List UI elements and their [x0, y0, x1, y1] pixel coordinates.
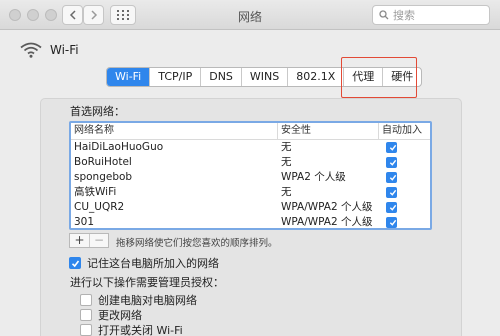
remember-networks-label: 记住这台电脑所加入的网络 [87, 257, 219, 270]
tab-tcpip[interactable]: TCP/IP [150, 68, 202, 86]
change-network-label: 更改网络 [98, 309, 142, 322]
network-security: WPA/WPA2 个人级 [281, 216, 373, 228]
change-network-option[interactable]: 更改网络 [80, 307, 142, 323]
add-network-button[interactable]: + [70, 234, 89, 247]
back-button[interactable] [62, 5, 83, 25]
table-row[interactable]: spongebob WPA2 个人级 [71, 170, 430, 185]
network-name: 301 [74, 216, 95, 228]
admin-auth-label: 进行以下操作需要管理员授权： [70, 276, 224, 289]
network-security: WPA2 个人级 [281, 171, 346, 183]
toggle-wifi-option[interactable]: 打开或关闭 Wi-Fi [80, 322, 183, 336]
table-row[interactable]: CU_UQR2 WPA/WPA2 个人级 [71, 200, 430, 215]
preferred-networks-table: 网络名称 安全性 自动加入 HaiDiLaoHuoGuo 无 BoRuiHote… [69, 121, 432, 230]
checkmark-icon [389, 144, 397, 151]
network-name: BoRuiHotel [74, 156, 132, 168]
tab-hardware[interactable]: 硬件 [383, 68, 421, 86]
wifi-header: Wi-Fi [20, 42, 79, 58]
network-security: 无 [281, 156, 292, 168]
auto-join-checkbox[interactable] [386, 187, 397, 198]
search-field[interactable] [372, 5, 490, 25]
chevron-right-icon [90, 10, 97, 20]
network-security: 无 [281, 141, 292, 153]
remember-networks-option[interactable]: 记住这台电脑所加入的网络 [69, 255, 219, 271]
create-computer-network-checkbox[interactable] [80, 294, 92, 306]
remove-network-button[interactable]: − [89, 234, 108, 247]
wifi-label: Wi-Fi [50, 43, 79, 57]
network-name: CU_UQR2 [74, 201, 125, 213]
table-row[interactable]: 高铁WiFi 无 [71, 185, 430, 200]
search-input[interactable] [393, 8, 483, 22]
checkmark-icon [71, 260, 79, 267]
title-bar: 网络 [0, 0, 500, 30]
auto-join-checkbox[interactable] [386, 142, 397, 153]
column-header-security[interactable]: 安全性 [278, 123, 379, 139]
zoom-window-button[interactable] [45, 9, 57, 21]
auto-join-checkbox[interactable] [386, 157, 397, 168]
auto-join-checkbox[interactable] [386, 217, 397, 228]
add-remove-controls: + − [69, 233, 109, 248]
preferred-networks-label: 首选网络： [70, 105, 125, 118]
show-all-button[interactable] [110, 5, 136, 25]
network-name: spongebob [74, 171, 133, 183]
network-name: HaiDiLaoHuoGuo [74, 141, 164, 153]
toggle-wifi-label: 打开或关闭 Wi-Fi [98, 324, 183, 336]
tab-dns[interactable]: DNS [201, 68, 242, 86]
table-header: 网络名称 安全性 自动加入 [71, 123, 430, 140]
tab-8021x[interactable]: 802.1X [288, 68, 345, 86]
tab-proxy[interactable]: 代理 [344, 68, 384, 86]
change-network-checkbox[interactable] [80, 309, 92, 321]
tab-wins[interactable]: WINS [242, 68, 289, 86]
toggle-wifi-checkbox[interactable] [80, 324, 92, 336]
grid-icon [117, 10, 129, 20]
close-window-button[interactable] [9, 9, 21, 21]
table-row[interactable]: BoRuiHotel 无 [71, 155, 430, 170]
checkmark-icon [389, 159, 397, 166]
reorder-hint: 拖移网络使它们按您喜欢的顺序排列。 [116, 238, 278, 249]
table-row[interactable]: HaiDiLaoHuoGuo 无 [71, 140, 430, 155]
search-icon [379, 10, 389, 20]
network-security: WPA/WPA2 个人级 [281, 201, 373, 213]
minimize-window-button[interactable] [27, 9, 39, 21]
network-security: 无 [281, 186, 292, 198]
remember-networks-checkbox[interactable] [69, 257, 81, 269]
tab-bar: Wi-Fi TCP/IP DNS WINS 802.1X 代理 硬件 [106, 67, 423, 87]
create-computer-network-option[interactable]: 创建电脑对电脑网络 [80, 292, 197, 308]
checkmark-icon [389, 204, 397, 211]
auto-join-checkbox[interactable] [386, 172, 397, 183]
checkmark-icon [389, 219, 397, 226]
table-row[interactable]: 301 WPA/WPA2 个人级 [71, 215, 430, 228]
checkmark-icon [389, 174, 397, 181]
create-computer-network-label: 创建电脑对电脑网络 [98, 294, 197, 307]
column-header-auto-join[interactable]: 自动加入 [379, 123, 430, 139]
checkmark-icon [389, 189, 397, 196]
network-name: 高铁WiFi [74, 186, 117, 198]
chevron-left-icon [69, 10, 76, 20]
tab-wifi[interactable]: Wi-Fi [107, 68, 151, 86]
auto-join-checkbox[interactable] [386, 202, 397, 213]
forward-button[interactable] [83, 5, 104, 25]
column-header-network-name[interactable]: 网络名称 [71, 123, 278, 139]
wifi-icon [20, 42, 42, 58]
